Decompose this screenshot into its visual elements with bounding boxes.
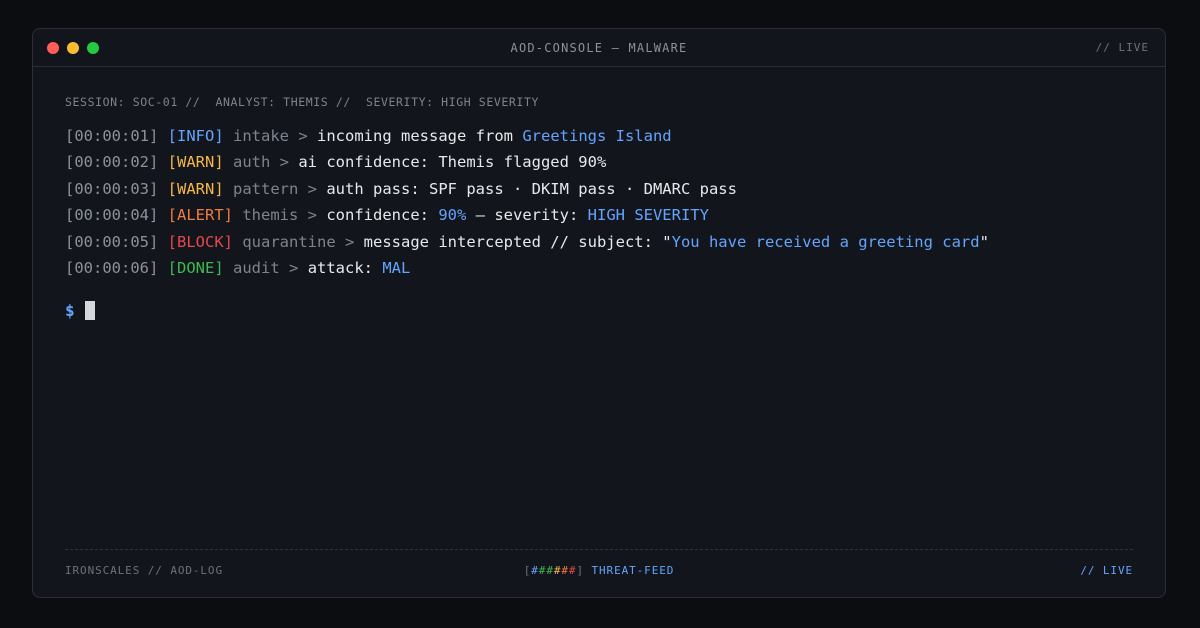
- log-level-tag: [WARN]: [167, 179, 224, 198]
- threat-bar-segment: #: [531, 564, 539, 577]
- log-message: ": [979, 232, 989, 251]
- log-source: quarantine: [242, 232, 336, 251]
- log-level-tag: [WARN]: [167, 153, 224, 172]
- log-message: auth pass: SPF pass · DKIM pass · DMARC …: [326, 179, 737, 198]
- threat-feed-label: THREAT-FEED: [591, 564, 675, 577]
- log-message: — severity:: [466, 206, 588, 225]
- log-separator: >: [335, 232, 364, 251]
- log-level-tag: [ALERT]: [167, 206, 233, 225]
- log-level-tag: [INFO]: [167, 127, 224, 145]
- command-prompt[interactable]: $: [65, 297, 1133, 323]
- log-timestamp: [00:00:03]: [65, 179, 159, 198]
- log-source: intake: [233, 127, 290, 145]
- threat-bar-segment: #: [561, 564, 569, 577]
- prompt-symbol: $: [65, 300, 75, 320]
- log-timestamp: [00:00:06]: [65, 259, 159, 278]
- log-line: [00:00:02] [WARN] auth > ai confidence: …: [65, 149, 1133, 175]
- log-separator: >: [289, 127, 318, 145]
- log-message: confidence:: [326, 206, 439, 225]
- log-separator: >: [298, 179, 327, 198]
- log-timestamp: [00:00:01]: [65, 127, 159, 145]
- threat-bar: ######: [531, 564, 576, 577]
- log-line: [00:00:04] [ALERT] themis > confidence: …: [65, 202, 1133, 228]
- log-highlight: You have received a greeting card: [671, 232, 980, 251]
- cursor-block: [84, 300, 95, 320]
- log-message: message intercepted // subject: ": [363, 232, 672, 251]
- log-highlight: HIGH SEVERITY: [587, 206, 709, 225]
- log-message: incoming message from: [317, 127, 523, 145]
- log-highlight: 90%: [438, 206, 467, 225]
- session-info: SESSION: SOC-01 // ANALYST: THEMIS // SE…: [65, 95, 539, 109]
- log-level-tag: [DONE]: [167, 259, 224, 278]
- console-content: SESSION: SOC-01 // ANALYST: THEMIS // SE…: [65, 67, 1133, 323]
- live-indicator: // LIVE: [1095, 41, 1149, 54]
- log-timestamp: [00:00:04]: [65, 206, 159, 225]
- log-source: auth: [233, 153, 271, 172]
- log-source: audit: [233, 259, 280, 278]
- threat-bar-close: ]: [576, 564, 584, 577]
- log-source: themis: [242, 206, 299, 225]
- log-line: [00:00:05] [BLOCK] quarantine > message …: [65, 229, 1133, 255]
- log-line: [00:00:03] [WARN] pattern > auth pass: S…: [65, 176, 1133, 202]
- console-window: AOD-CONSOLE — MALWARE // LIVE SESSION: S…: [32, 28, 1166, 598]
- log-message: attack:: [307, 259, 383, 278]
- log-separator: >: [270, 153, 299, 172]
- log-timestamp: [00:00:05]: [65, 232, 159, 251]
- log-source: pattern: [233, 179, 299, 198]
- log-highlight: MAL: [382, 259, 411, 278]
- log-level-tag: [BLOCK]: [167, 232, 233, 251]
- log-line: [00:00:06] [DONE] audit > attack: MAL: [65, 255, 1133, 281]
- threat-feed-indicator: [######] THREAT-FEED: [65, 564, 1133, 577]
- status-footer: IRONSCALES // AOD-LOG [######] THREAT-FE…: [65, 549, 1133, 579]
- log-message: ai confidence: Themis flagged 90%: [298, 153, 607, 172]
- window-title: AOD-CONSOLE — MALWARE: [510, 41, 688, 55]
- log-timestamp: [00:00:02]: [65, 153, 159, 172]
- threat-bar-segment: #: [546, 564, 554, 577]
- log-highlight: Greetings Island: [522, 127, 672, 145]
- log-separator: >: [279, 259, 308, 278]
- log-line: [00:00:01] [INFO] intake > incoming mess…: [65, 123, 1133, 149]
- log-separator: >: [298, 206, 327, 225]
- title-bar: AOD-CONSOLE — MALWARE // LIVE: [33, 29, 1165, 67]
- log-output: [00:00:01] [INFO] intake > incoming mess…: [65, 123, 1133, 281]
- footer-live-label: // LIVE: [1080, 564, 1133, 577]
